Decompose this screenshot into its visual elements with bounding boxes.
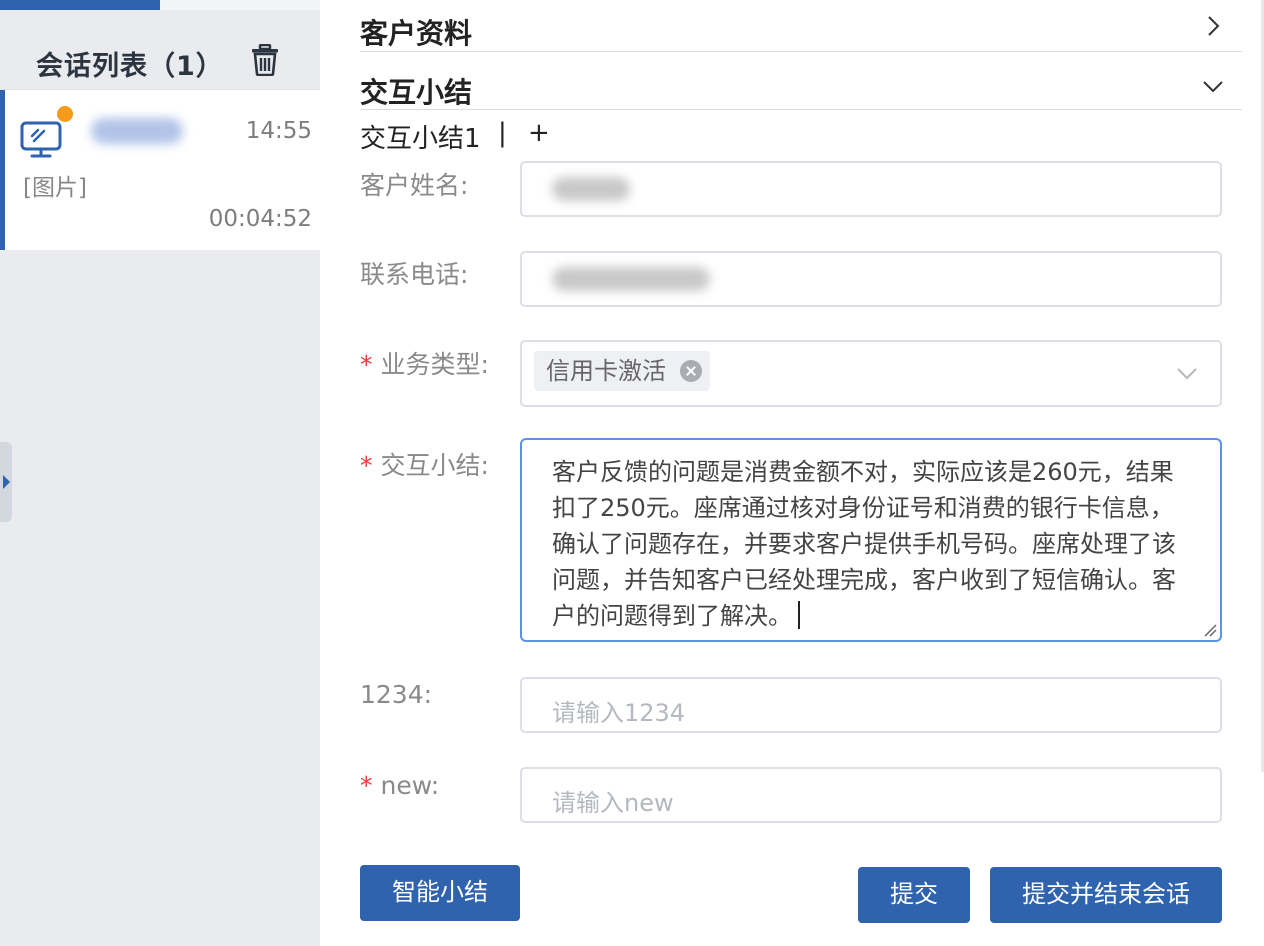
summary-text: 客户反馈的问题是消费金额不对，实际应该是260元，结果扣了250元。座席通过核对…	[552, 458, 1176, 630]
field-1234-placeholder: 请输入1234	[552, 699, 686, 727]
field-new-input[interactable]: 请输入new	[520, 767, 1222, 823]
submit-and-end-button[interactable]: 提交并结束会话	[990, 867, 1222, 923]
section-title-interaction-summary: 交互小结	[360, 76, 473, 109]
session-list-header: 会话列表（1）	[0, 10, 320, 90]
text-caret	[798, 601, 800, 629]
summary-label: * 交互小结:	[360, 451, 489, 480]
summary-textarea[interactable]: 客户反馈的问题是消费金额不对，实际应该是260元，结果扣了250元。座席通过核对…	[520, 438, 1222, 642]
session-list-title: 会话列表（1）	[36, 51, 224, 82]
session-sidebar: 会话列表（1） 14:55 [图片] 00:04:52	[0, 0, 320, 946]
session-time: 14:55	[245, 118, 312, 144]
section-title-customer-info: 客户资料	[360, 17, 473, 50]
customer-name-label: 客户姓名:	[360, 171, 469, 200]
unread-dot	[57, 106, 73, 122]
business-type-label: * 业务类型:	[360, 350, 489, 379]
field-new-label: * new:	[360, 771, 440, 800]
chevron-down-icon	[1203, 81, 1223, 93]
section-customer-info[interactable]: 客户资料	[360, 0, 1242, 52]
trash-icon[interactable]	[251, 44, 279, 76]
required-mark: *	[360, 451, 373, 480]
field-1234-label: 1234:	[360, 680, 433, 709]
monitor-icon	[20, 121, 62, 158]
field-1234-input[interactable]: 请输入1234	[520, 677, 1222, 733]
redacted-value	[552, 267, 710, 291]
smart-summary-button[interactable]: 智能小结	[360, 865, 520, 921]
sidebar-tab-inactive[interactable]	[160, 0, 320, 10]
tag-remove-icon[interactable]	[680, 360, 702, 382]
tab-summary-1[interactable]: 交互小结1	[360, 118, 481, 155]
session-last-message: [图片]	[23, 175, 87, 201]
caret-right-icon	[3, 475, 10, 489]
add-tab-button[interactable]: +	[528, 118, 550, 148]
business-type-select[interactable]: 信用卡激活	[520, 340, 1222, 407]
redacted-value	[552, 177, 630, 201]
resize-handle-icon[interactable]	[1203, 623, 1217, 637]
sidebar-tab-active[interactable]	[0, 0, 160, 10]
business-type-tag: 信用卡激活	[534, 351, 710, 391]
chevron-right-icon	[1208, 16, 1220, 36]
section-interaction-summary[interactable]: 交互小结	[360, 58, 1242, 110]
session-customer-name-redacted	[91, 118, 183, 144]
session-duration: 00:04:52	[208, 206, 312, 232]
tab-separator: |	[498, 118, 507, 148]
phone-label: 联系电话:	[360, 260, 469, 289]
phone-field[interactable]	[520, 251, 1222, 307]
sidebar-collapse-handle[interactable]	[0, 442, 12, 522]
customer-name-field[interactable]	[520, 161, 1222, 217]
session-list-item[interactable]: 14:55 [图片] 00:04:52	[0, 90, 320, 250]
submit-button[interactable]: 提交	[858, 867, 970, 923]
required-mark: *	[360, 771, 373, 800]
chevron-down-icon	[1177, 368, 1197, 380]
field-new-placeholder: 请输入new	[552, 789, 674, 817]
required-mark: *	[360, 350, 373, 379]
